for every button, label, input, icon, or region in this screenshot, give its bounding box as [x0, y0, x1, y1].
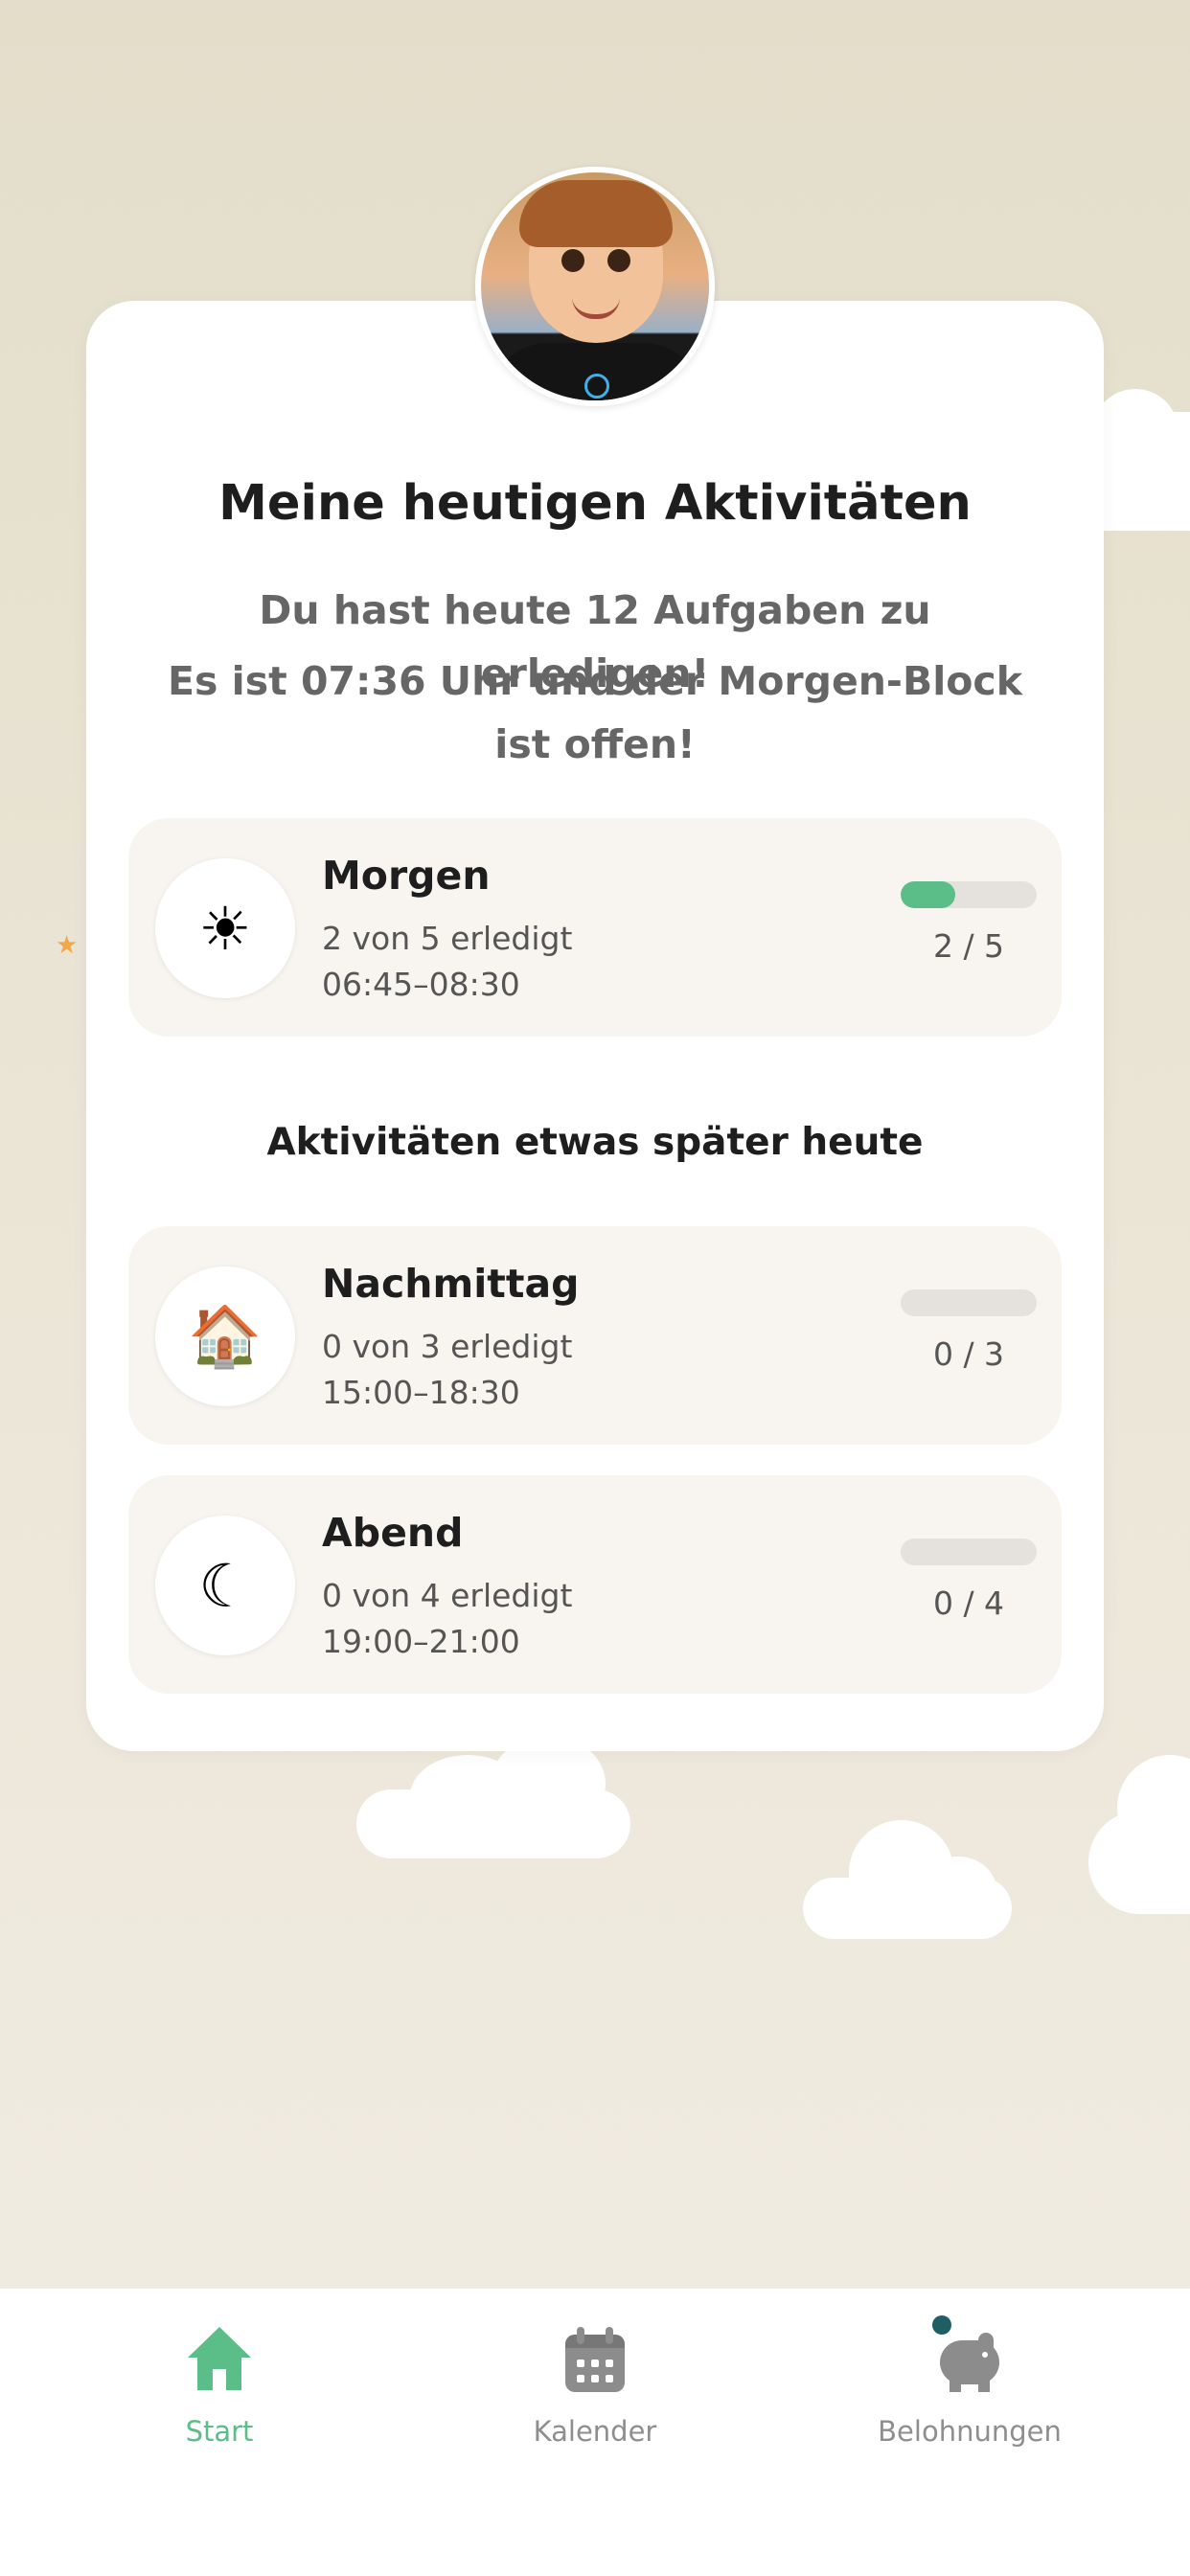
- block-progress-text: 0 von 4 erledigt: [322, 1577, 573, 1614]
- piggy-bank-icon: [932, 2315, 1003, 2394]
- progress-count: 2 / 5: [932, 927, 1005, 965]
- evening-icon: ☾: [155, 1516, 295, 1655]
- progress-count: 0 / 3: [932, 1335, 1005, 1373]
- block-morning[interactable]: ☀ Morgen 2 von 5 erledigt 06:45–08:30 2 …: [128, 818, 1062, 1037]
- block-name: Nachmittag: [322, 1261, 580, 1307]
- progress-bar: [901, 1539, 1037, 1565]
- tab-belohnungen[interactable]: Belohnungen: [826, 2315, 1113, 2448]
- notification-badge: [932, 2315, 951, 2335]
- avatar[interactable]: [475, 167, 715, 406]
- block-evening[interactable]: ☾ Abend 0 von 4 erledigt 19:00–21:00 0 /…: [128, 1475, 1062, 1694]
- tab-label: Kalender: [533, 2415, 657, 2448]
- block-progress-text: 2 von 5 erledigt: [322, 920, 573, 957]
- progress-count: 0 / 4: [932, 1584, 1005, 1622]
- cloud-decoration: [1088, 1755, 1190, 1914]
- calendar-icon: [561, 2327, 629, 2394]
- block-name: Morgen: [322, 853, 491, 899]
- page-title: Meine heutigen Aktivitäten: [218, 475, 972, 532]
- later-heading: Aktivitäten etwas später heute: [266, 1121, 924, 1164]
- progress-bar: [901, 1289, 1037, 1316]
- progress-bar: [901, 881, 1037, 908]
- block-time: 19:00–21:00: [322, 1623, 520, 1660]
- tab-label: Belohnungen: [878, 2415, 1062, 2448]
- tab-kalender[interactable]: Kalender: [451, 2327, 739, 2448]
- afternoon-icon: 🏠: [155, 1266, 295, 1406]
- home-icon: [186, 2327, 253, 2394]
- block-time: 06:45–08:30: [322, 966, 520, 1003]
- tab-start[interactable]: Start: [76, 2327, 363, 2448]
- cloud-decoration: [803, 1820, 1012, 1939]
- block-progress-text: 0 von 3 erledigt: [322, 1328, 573, 1365]
- activities-card: Meine heutigen Aktivitäten Du hast heute…: [86, 301, 1104, 1751]
- tab-label: Start: [185, 2415, 254, 2448]
- cloud-decoration: [356, 1736, 630, 1858]
- block-name: Abend: [322, 1510, 464, 1556]
- morning-icon: ☀: [155, 858, 295, 998]
- star-decoration: ★: [56, 931, 79, 960]
- status-line: Es ist 07:36 Uhr und der Morgen-Block is…: [167, 658, 1022, 767]
- block-time: 15:00–18:30: [322, 1374, 520, 1411]
- progress-fill: [901, 881, 955, 908]
- tab-bar: Start Kalender Belohnungen: [0, 2288, 1190, 2576]
- block-afternoon[interactable]: 🏠 Nachmittag 0 von 3 erledigt 15:00–18:3…: [128, 1226, 1062, 1445]
